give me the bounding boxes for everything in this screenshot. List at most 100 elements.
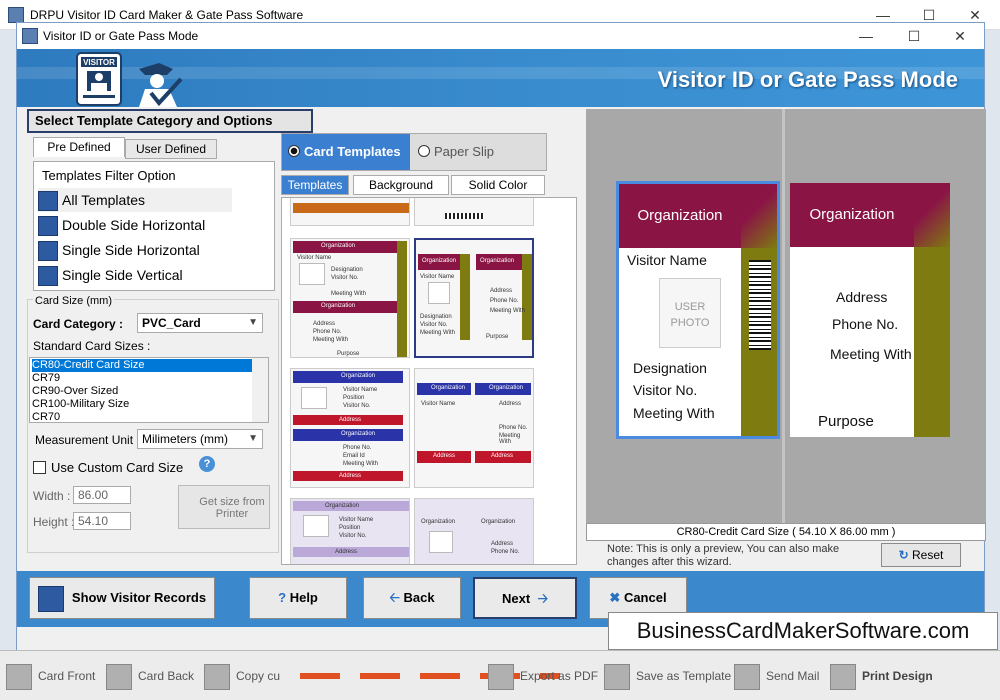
template-icon	[38, 216, 58, 237]
toolbar-copy[interactable]: Copy cu	[204, 661, 280, 691]
help-icon[interactable]: ?	[199, 456, 215, 472]
card-templates-radio[interactable]: Card Templates	[282, 134, 410, 170]
card-front-icon	[6, 663, 32, 690]
filter-item-all-templates[interactable]: All Templates	[38, 188, 232, 212]
list-item[interactable]: CR90-Over Sized	[32, 385, 252, 398]
card-size-group-label: Card Size (mm)	[33, 295, 115, 307]
front-meeting-with: Meeting With	[633, 405, 715, 421]
dialog-banner: VISITOR Visitor ID or Gate Pass Mode	[17, 49, 984, 107]
custom-size-checkbox[interactable]	[33, 461, 46, 474]
tab-user-defined[interactable]: User Defined	[125, 139, 217, 159]
card-back-icon	[106, 663, 132, 690]
dialog-icon	[22, 28, 38, 44]
height-input[interactable]: 54.10	[73, 512, 131, 530]
paper-slip-radio[interactable]: Paper Slip	[414, 134, 546, 170]
filter-header: Templates Filter Option	[42, 168, 176, 183]
next-button[interactable]: Next 🡢	[473, 577, 577, 619]
subtab-solid-color[interactable]: Solid Color	[451, 175, 545, 195]
save-icon	[604, 663, 630, 690]
visitor-mode-dialog: Visitor ID or Gate Pass Mode — ☐ ✕ VISIT…	[16, 22, 986, 654]
filter-item-double-side-horizontal[interactable]: Double Side Horizontal	[38, 213, 232, 237]
reset-button[interactable]: ↻ Reset	[881, 543, 961, 567]
arrow-left-icon: 🡠	[389, 590, 400, 605]
copy-icon	[204, 663, 230, 690]
card-back-preview: Organization Address Phone No. Meeting W…	[790, 183, 950, 437]
filter-item-single-side-vertical[interactable]: Single Side Vertical	[38, 263, 232, 287]
show-visitor-records-button[interactable]: Show Visitor Records	[29, 577, 215, 619]
toolbar-send-mail[interactable]: Send Mail	[734, 661, 819, 691]
width-input[interactable]: 86.00	[73, 486, 131, 504]
toolbar-print-design[interactable]: Print Design	[830, 661, 933, 691]
background-app-left	[0, 30, 16, 650]
list-scrollbar[interactable]	[252, 358, 268, 422]
template-thumb[interactable]: Organization Organization Visitor Name A…	[414, 368, 534, 488]
section-title: Select Template Category and Options	[27, 109, 313, 133]
filter-item-single-side-horizontal[interactable]: Single Side Horizontal	[38, 238, 232, 262]
dialog-title: Visitor ID or Gate Pass Mode	[43, 29, 199, 43]
chevron-down-icon: ▼	[248, 317, 258, 328]
help-button[interactable]: ? Help	[249, 577, 347, 619]
banner-title: Visitor ID or Gate Pass Mode	[657, 67, 958, 92]
standard-sizes-list[interactable]: CR80-Credit Card Size CR79 CR90-Over Siz…	[29, 357, 269, 423]
template-icon	[38, 241, 58, 262]
dialog-close-button[interactable]: ✕	[937, 21, 983, 51]
front-designation: Designation	[633, 360, 707, 376]
app-icon	[8, 7, 24, 23]
preview-note: Note: This is only a preview, You can al…	[607, 543, 840, 568]
back-button[interactable]: 🡠 Back	[363, 577, 461, 619]
height-label: Height :	[33, 515, 75, 529]
arrow-right-icon: 🡢	[537, 591, 548, 606]
front-user-photo: USER PHOTO	[659, 278, 721, 348]
toolbar-card-back[interactable]: Card Back	[106, 661, 194, 691]
barcode	[749, 260, 771, 350]
list-item[interactable]: CR79	[32, 372, 252, 385]
dialog-titlebar: Visitor ID or Gate Pass Mode — ☐ ✕	[17, 23, 984, 49]
printer-icon	[830, 663, 856, 690]
bottom-toolbar: Card Front Card Back Copy cu Export as P…	[0, 650, 1000, 700]
subtab-templates[interactable]: Templates	[281, 175, 349, 195]
front-visitor-name: Visitor Name	[627, 252, 707, 268]
watermark: BusinessCardMakerSoftware.com	[608, 612, 998, 650]
back-phone-no: Phone No.	[832, 316, 899, 332]
template-icon	[38, 191, 58, 212]
close-icon: ✖	[609, 590, 621, 605]
back-purpose: Purpose	[818, 413, 874, 430]
question-icon: ?	[278, 590, 287, 605]
subtab-background[interactable]: Background	[353, 175, 449, 195]
custom-size-label: Use Custom Card Size	[51, 460, 184, 475]
card-front-preview: Organization Visitor Name USER PHOTO Des…	[616, 181, 780, 439]
template-filter-list: Templates Filter Option All Templates Do…	[33, 161, 275, 291]
width-label: Width :	[33, 489, 71, 503]
visitor-badge-icon: VISITOR	[76, 52, 183, 107]
list-item[interactable]: CR80-Credit Card Size	[32, 359, 252, 372]
card-category-select[interactable]: PVC_Card ▼	[137, 313, 263, 333]
template-thumb[interactable]: Organization Organization Visitor Name D…	[414, 238, 534, 358]
template-thumb[interactable]: Organization Visitor Name Designation Vi…	[290, 238, 410, 358]
get-size-from-printer-button[interactable]: Get size from Printer	[178, 485, 270, 529]
chevron-down-icon: ▼	[248, 433, 258, 444]
list-item[interactable]: CR100-Military Size	[32, 398, 252, 411]
back-address: Address	[836, 289, 888, 305]
template-thumb[interactable]: Organization Organization Address Phone …	[414, 498, 534, 564]
dialog-minimize-button[interactable]: —	[843, 21, 889, 51]
list-item[interactable]: CR70	[32, 411, 252, 424]
measurement-unit-select[interactable]: Milimeters (mm) ▼	[137, 429, 263, 449]
mail-icon	[734, 663, 760, 690]
front-visitor-no: Visitor No.	[633, 382, 698, 398]
svg-text:VISITOR: VISITOR	[83, 58, 115, 67]
toolbar-export-pdf[interactable]: Export as PDF	[488, 661, 598, 691]
dialog-maximize-button[interactable]: ☐	[891, 21, 937, 51]
toolbar-card-front[interactable]: Card Front	[6, 661, 95, 691]
template-thumb[interactable]: Organization Visitor Name Position Visit…	[290, 498, 410, 564]
template-thumb[interactable]	[290, 198, 410, 226]
radio-icon	[418, 145, 430, 157]
template-gallery: Organization Visitor Name Designation Vi…	[281, 197, 577, 565]
reset-icon: ↻	[898, 548, 909, 562]
template-thumb[interactable]	[414, 198, 534, 226]
tab-pre-defined[interactable]: Pre Defined	[33, 137, 125, 157]
standard-sizes-label: Standard Card Sizes :	[33, 339, 151, 353]
template-thumb[interactable]: Organization Visitor Name Position Visit…	[290, 368, 410, 488]
card-size-caption: CR80-Credit Card Size ( 54.10 X 86.00 mm…	[586, 523, 986, 541]
template-icon	[38, 266, 58, 287]
toolbar-save-template[interactable]: Save as Template	[604, 661, 731, 691]
